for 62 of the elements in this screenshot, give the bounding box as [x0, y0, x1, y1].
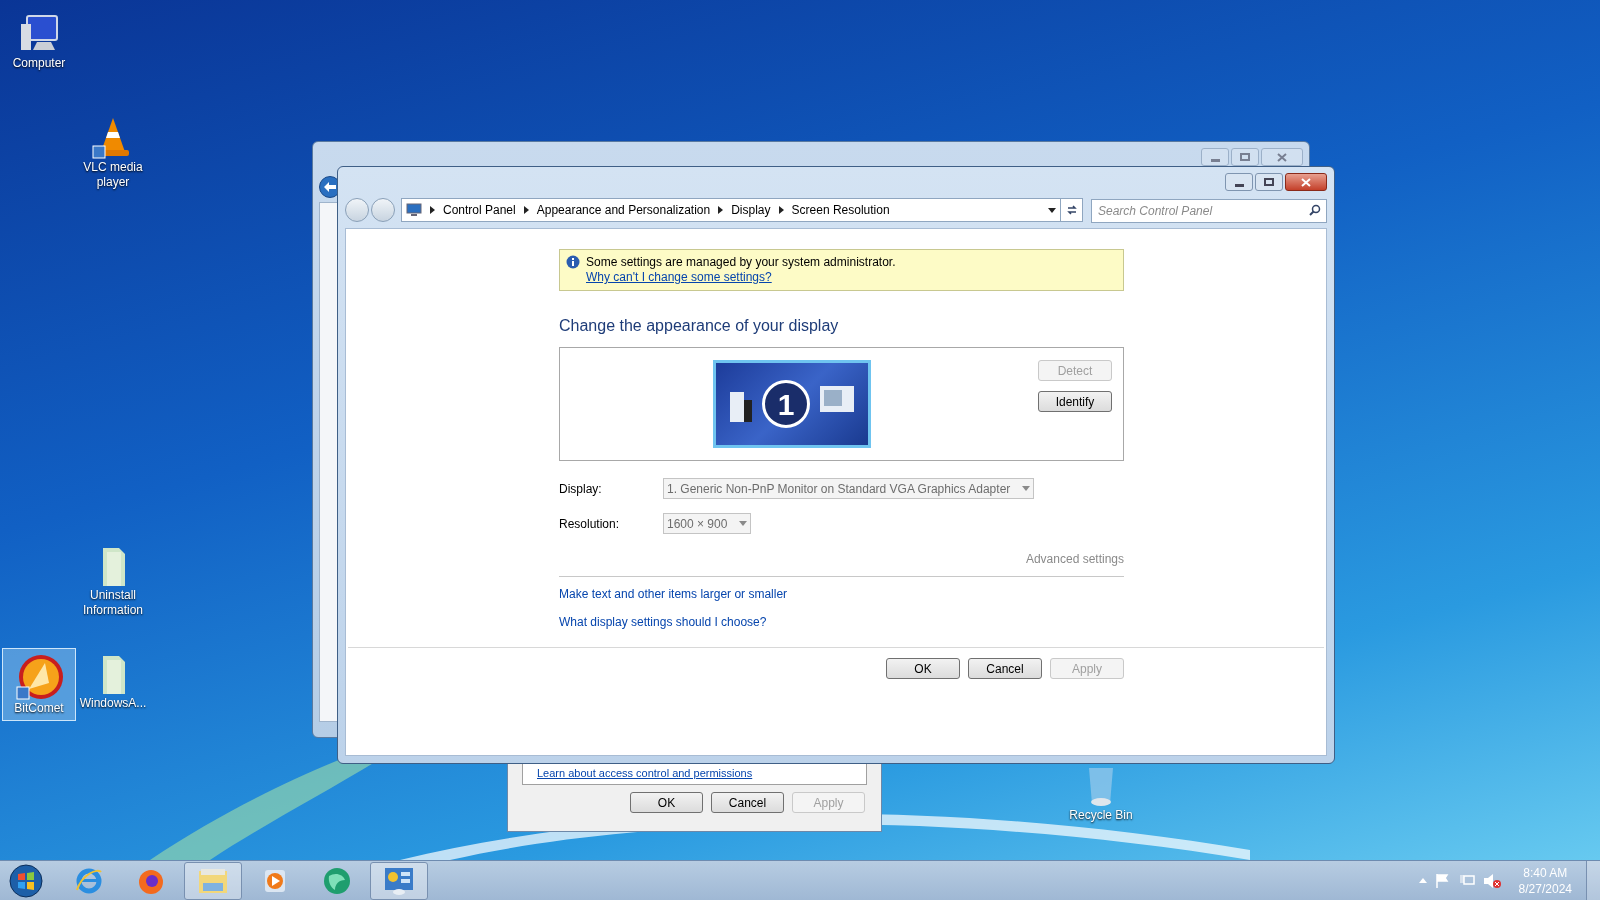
chevron-right-icon: [430, 206, 435, 214]
dialog-button[interactable]: OK: [630, 792, 703, 813]
help-link[interactable]: Why can't I change some settings?: [586, 270, 896, 285]
dropdown-arrow-icon: [1022, 486, 1031, 491]
speaker-muted-icon[interactable]: [1482, 872, 1501, 889]
folder-icon[interactable]: [197, 866, 229, 895]
taskbar-button[interactable]: [370, 861, 428, 900]
icon-label: Computer: [12, 56, 66, 71]
control-panel-icon[interactable]: [383, 865, 415, 896]
dialog-button[interactable]: OK: [886, 658, 960, 679]
search-icon: [1309, 204, 1321, 216]
desktop-icon[interactable]: WindowsA...: [76, 648, 150, 715]
flag-icon[interactable]: [1434, 873, 1451, 888]
minimize-button[interactable]: [1225, 173, 1253, 191]
settings-link[interactable]: What display settings should I choose?: [559, 613, 767, 631]
field-label: Display:: [559, 480, 603, 498]
search-field[interactable]: Search Control Panel: [1091, 199, 1327, 223]
dropdown-arrow-icon: [739, 521, 748, 526]
refresh-icon: [1065, 204, 1078, 216]
network-icon[interactable]: [1458, 873, 1475, 888]
close-icon: [1301, 177, 1311, 187]
field-label: Resolution:: [559, 515, 621, 533]
breadcrumb-item[interactable]: Screen Resolution: [791, 201, 890, 219]
close-icon: [1277, 152, 1287, 162]
forward-button[interactable]: [371, 198, 395, 222]
notice-text: Some settings are managed by your system administrator.: [586, 255, 896, 270]
maximize-button[interactable]: [1255, 173, 1283, 191]
dialog-button[interactable]: Cancel: [711, 792, 784, 813]
desktop-icon[interactable]: Computer: [2, 8, 76, 75]
taskbar-button[interactable]: [184, 861, 242, 900]
icon-label: BitComet: [14, 701, 64, 716]
chevron-up-icon[interactable]: [1418, 878, 1427, 883]
comet-icon: [15, 653, 63, 701]
start-button[interactable]: [6, 862, 46, 899]
show-desktop-button[interactable]: [1586, 861, 1600, 900]
settings-link[interactable]: Make text and other items larger or smaller: [559, 585, 788, 603]
refresh-button[interactable]: [1061, 198, 1083, 222]
dialog-button[interactable]: Cancel: [968, 658, 1042, 679]
desktop-icon[interactable]: Uninstall Information: [76, 540, 150, 622]
icon-label: Uninstall Information: [82, 588, 144, 618]
globe-icon[interactable]: [321, 865, 353, 896]
address-bar[interactable]: Control Panel Appearance and Personalization Display Screen Resolution: [401, 198, 1061, 222]
icon-label: Recycle Bin: [1069, 808, 1133, 823]
desktop-icon[interactable]: VLC media player: [76, 112, 150, 194]
windows-logo-icon: [8, 862, 44, 899]
close-button[interactable]: [1285, 173, 1327, 191]
dropdown-arrow-icon[interactable]: [1048, 207, 1056, 213]
icon-label: VLC media player: [82, 160, 144, 190]
arrow-left-icon: [324, 182, 336, 192]
info-icon: [566, 255, 580, 269]
icon-label: WindowsA...: [79, 696, 147, 711]
monitor-icon: [406, 203, 422, 217]
chevron-right-icon: [718, 206, 724, 214]
breadcrumb-item[interactable]: Display: [731, 201, 771, 219]
page-heading: Change the appearance of your display: [559, 316, 840, 336]
dialog-button[interactable]: Identify: [1038, 391, 1112, 412]
breadcrumb-item[interactable]: Appearance and Personalization: [536, 201, 711, 219]
breadcrumb-item[interactable]: Control Panel: [443, 201, 516, 219]
chevron-right-icon: [523, 206, 529, 214]
chevron-right-icon: [778, 206, 784, 214]
monitor-number: 1: [762, 380, 810, 428]
monitor-thumbnail[interactable]: 1: [713, 360, 871, 448]
